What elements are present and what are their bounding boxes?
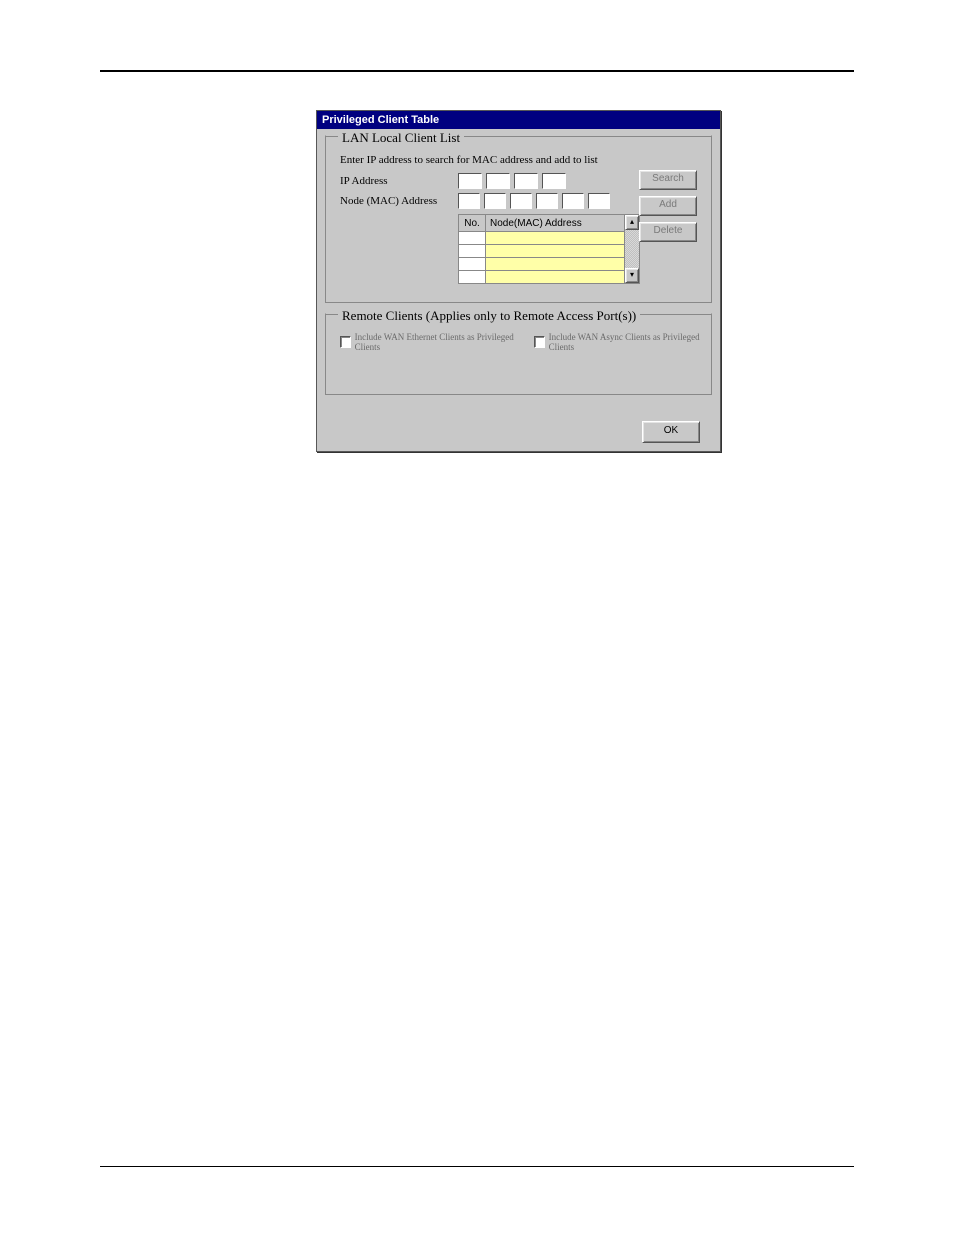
- mac-hex-3[interactable]: [510, 193, 532, 209]
- chk-wan-ethernet-label: Include WAN Ethernet Clients as Privileg…: [355, 332, 516, 352]
- mac-hex-6[interactable]: [588, 193, 610, 209]
- privileged-client-dialog: Privileged Client Table LAN Local Client…: [316, 110, 721, 452]
- chk-wan-ethernet[interactable]: Include WAN Ethernet Clients as Privileg…: [340, 332, 516, 352]
- ip-octet-4[interactable]: [542, 173, 566, 189]
- chk-wan-async-label: Include WAN Async Clients as Privileged …: [549, 332, 703, 352]
- chk-wan-async[interactable]: Include WAN Async Clients as Privileged …: [534, 332, 703, 352]
- dialog-body: LAN Local Client List Enter IP address t…: [317, 129, 720, 451]
- mac-hex-2[interactable]: [484, 193, 506, 209]
- mac-hex-4[interactable]: [536, 193, 558, 209]
- lan-legend: LAN Local Client List: [338, 130, 464, 146]
- col-header-no: No.: [459, 215, 486, 232]
- cell-addr: [486, 258, 625, 271]
- ip-label: IP Address: [334, 175, 458, 187]
- search-button[interactable]: Search: [639, 170, 697, 190]
- checkbox-icon: [340, 336, 351, 348]
- dialog-title-bar: Privileged Client Table: [317, 111, 720, 129]
- ok-button[interactable]: OK: [642, 421, 700, 443]
- mac-hex-5[interactable]: [562, 193, 584, 209]
- cell-addr: [486, 271, 625, 284]
- cell-no: [459, 271, 486, 284]
- cell-no: [459, 258, 486, 271]
- lan-instruction: Enter IP address to search for MAC addre…: [340, 154, 703, 166]
- scroll-track[interactable]: [625, 230, 639, 268]
- delete-button[interactable]: Delete: [639, 222, 697, 242]
- ip-octet-3[interactable]: [514, 173, 538, 189]
- table-row[interactable]: [459, 258, 625, 271]
- table-row[interactable]: [459, 271, 625, 284]
- cell-no: [459, 245, 486, 258]
- mac-hex-1[interactable]: [458, 193, 480, 209]
- remote-legend: Remote Clients (Applies only to Remote A…: [338, 308, 640, 324]
- table-row[interactable]: [459, 245, 625, 258]
- ip-octet-1[interactable]: [458, 173, 482, 189]
- cell-no: [459, 232, 486, 245]
- table-row[interactable]: [459, 232, 625, 245]
- col-header-addr: Node(MAC) Address: [486, 215, 625, 232]
- mac-table-header-row: No. Node(MAC) Address: [459, 215, 625, 232]
- remote-group: Remote Clients (Applies only to Remote A…: [325, 313, 712, 395]
- page-top-rule: [100, 70, 854, 72]
- mac-table: No. Node(MAC) Address: [458, 214, 625, 284]
- scroll-down-button[interactable]: ▾: [625, 268, 639, 283]
- cell-addr: [486, 232, 625, 245]
- lan-group: LAN Local Client List Enter IP address t…: [325, 135, 712, 303]
- checkbox-icon: [534, 336, 545, 348]
- ok-row: OK: [325, 417, 712, 443]
- ip-octet-2[interactable]: [486, 173, 510, 189]
- dialog-title-text: Privileged Client Table: [322, 114, 439, 126]
- mac-label: Node (MAC) Address: [334, 195, 458, 207]
- remote-checks: Include WAN Ethernet Clients as Privileg…: [334, 332, 703, 352]
- add-button[interactable]: Add: [639, 196, 697, 216]
- scroll-up-button[interactable]: ▴: [625, 215, 639, 230]
- page-bottom-rule: [100, 1166, 854, 1167]
- table-scrollbar[interactable]: ▴ ▾: [625, 214, 640, 284]
- lan-buttons-col: Search Add Delete: [639, 170, 697, 242]
- cell-addr: [486, 245, 625, 258]
